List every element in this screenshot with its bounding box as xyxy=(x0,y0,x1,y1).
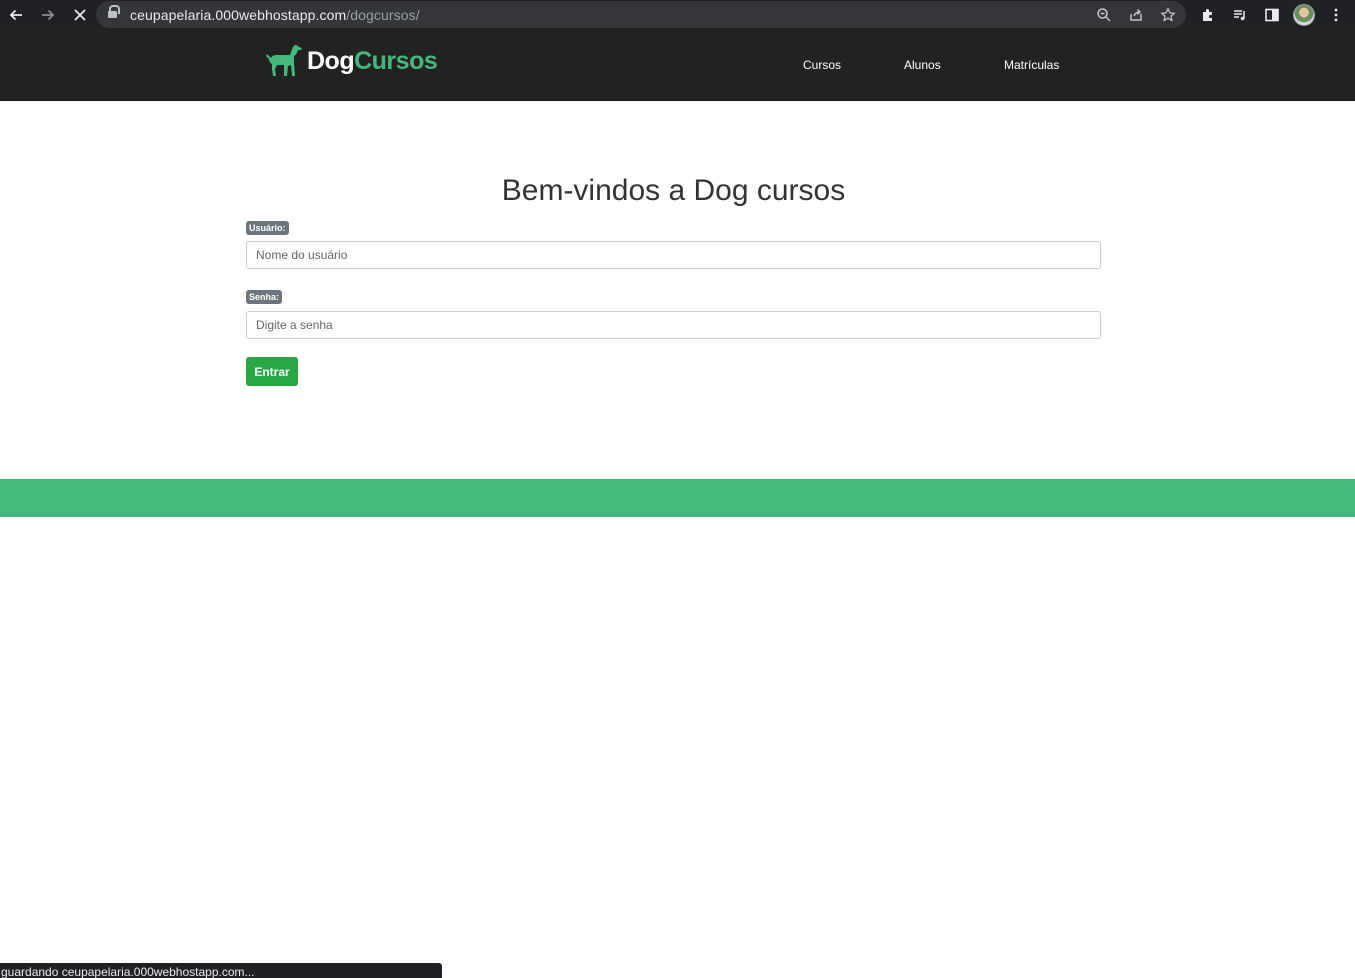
address-bar[interactable]: ceupapelaria.000webhostapp.com/dogcursos… xyxy=(96,1,1186,28)
back-button[interactable] xyxy=(0,0,32,29)
side-panel-icon[interactable] xyxy=(1260,3,1284,27)
arrow-right-icon xyxy=(42,9,55,20)
profile-button[interactable] xyxy=(1292,3,1316,27)
address-bar-actions xyxy=(1094,1,1178,28)
username-label: Usuário: xyxy=(246,221,289,235)
nav-link-matriculas[interactable]: Matrículas xyxy=(1004,58,1059,72)
password-label: Senha: xyxy=(246,290,283,304)
stop-button[interactable] xyxy=(64,0,96,29)
browser-status-bar: guardando ceupapelaria.000webhostapp.com… xyxy=(0,963,442,978)
zoom-icon[interactable] xyxy=(1094,5,1114,25)
lock-icon xyxy=(108,5,120,21)
share-icon[interactable] xyxy=(1126,5,1146,25)
site-logo-text: DogCursos xyxy=(307,46,438,75)
dog-icon xyxy=(266,45,302,76)
arrow-left-icon xyxy=(9,9,22,20)
browser-toolbar: ceupapelaria.000webhostapp.com/dogcursos… xyxy=(0,0,1355,29)
login-button[interactable]: Entrar xyxy=(246,357,298,386)
username-input[interactable] xyxy=(246,241,1101,269)
avatar xyxy=(1293,3,1315,26)
toolbar-actions xyxy=(1196,0,1348,29)
site-footer xyxy=(0,479,1355,517)
puzzle-icon[interactable] xyxy=(1196,3,1220,27)
url-text: ceupapelaria.000webhostapp.com/dogcursos… xyxy=(130,6,420,23)
more-vertical-icon[interactable] xyxy=(1324,3,1348,27)
forward-button[interactable] xyxy=(32,0,64,29)
close-icon xyxy=(74,8,86,21)
password-input[interactable] xyxy=(246,311,1101,339)
star-icon[interactable] xyxy=(1158,5,1178,25)
site-logo[interactable]: DogCursos xyxy=(264,43,438,79)
site-header: DogCursos Cursos Alunos Matrículas xyxy=(0,29,1355,101)
nav-link-cursos[interactable]: Cursos xyxy=(803,58,841,72)
page-title: Bem-vindos a Dog cursos xyxy=(501,174,846,207)
nav-link-alunos[interactable]: Alunos xyxy=(904,58,941,72)
media-control-icon[interactable] xyxy=(1228,3,1252,27)
